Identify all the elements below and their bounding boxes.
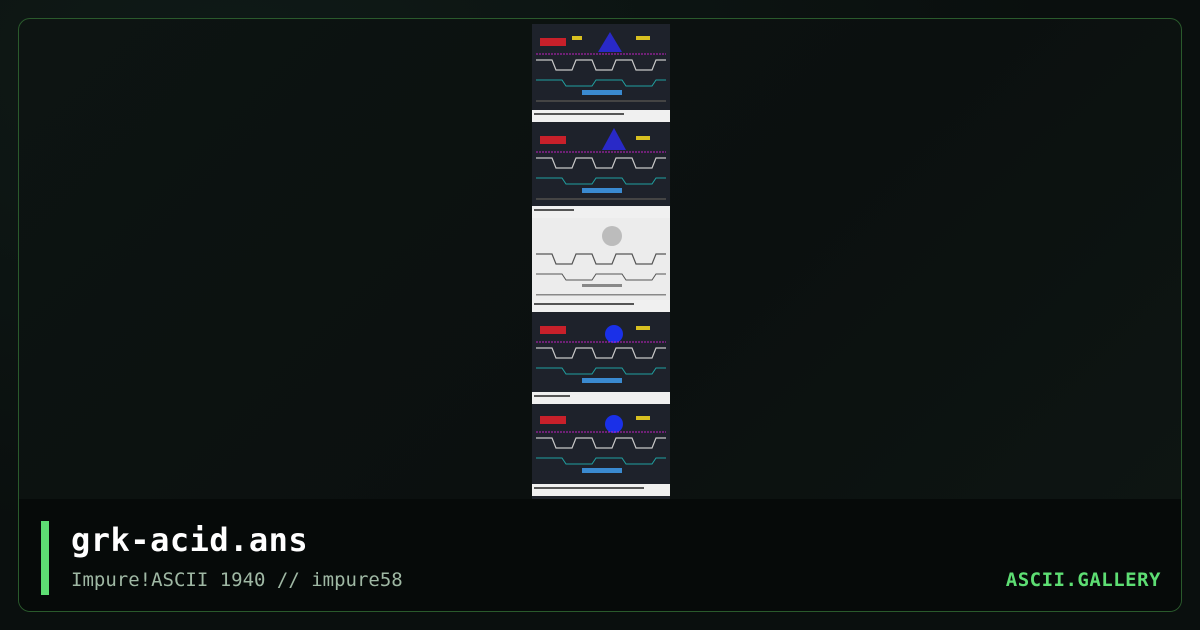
brand-link[interactable]: ASCII.GALLERY: [1006, 569, 1161, 591]
ansi-panel-1: [532, 24, 670, 114]
ansi-panel-3: [532, 218, 670, 302]
accent-bar: [41, 521, 49, 595]
card-frame: grk-acid.ans Impure!ASCII 1940 // impure…: [18, 18, 1182, 612]
caption-2: [532, 206, 670, 218]
caption-4: [532, 392, 670, 404]
caption-3: [532, 300, 670, 312]
ansi-panel-2: [532, 124, 670, 208]
caption-1: [532, 110, 670, 122]
ansi-preview-image[interactable]: [532, 24, 670, 500]
caption-5: [532, 484, 670, 496]
file-title: grk-acid.ans: [71, 521, 309, 559]
ansi-panel-5: [532, 404, 670, 488]
file-subtitle: Impure!ASCII 1940 // impure58: [71, 569, 403, 591]
footer-bar: grk-acid.ans Impure!ASCII 1940 // impure…: [19, 499, 1181, 611]
ansi-panel-4: [532, 314, 670, 398]
